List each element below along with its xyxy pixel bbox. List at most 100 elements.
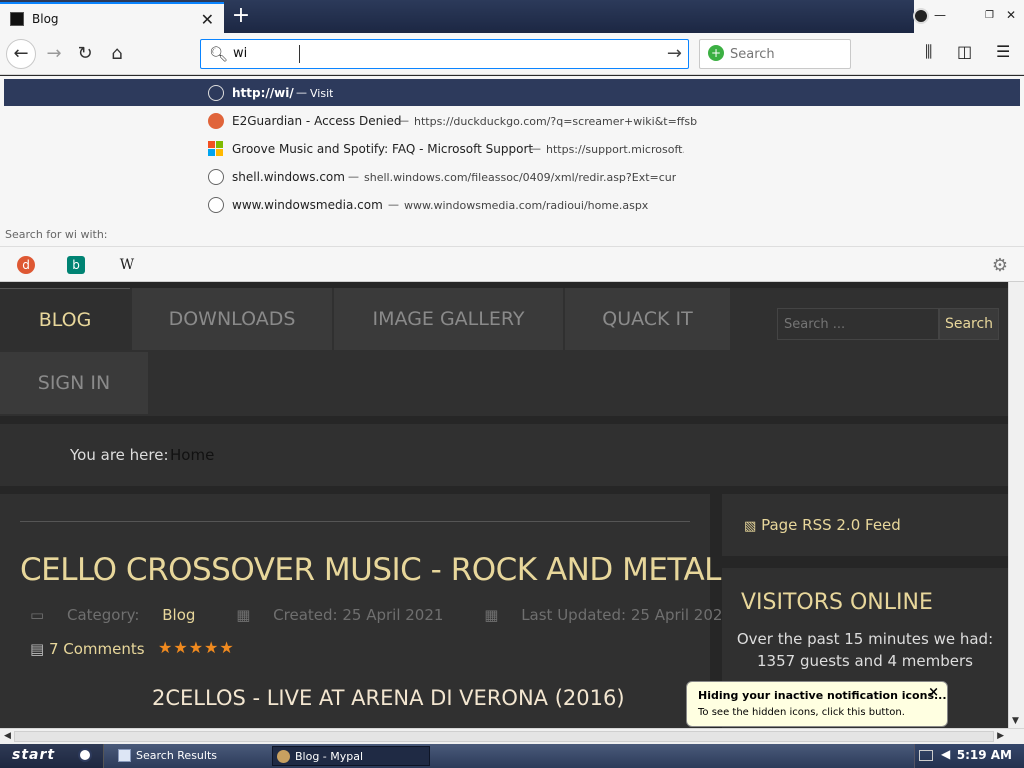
rss-link[interactable]: ▧ Page RSS 2.0 Feed <box>744 516 901 534</box>
autocomplete-row[interactable]: Groove Music and Spotify: FAQ - Microsof… <box>4 135 1020 162</box>
search-bar[interactable]: + <box>699 39 851 69</box>
row-url: https://support.microsoft.co <box>546 143 684 156</box>
autocomplete-row[interactable]: http://wi/ — Visit <box>4 79 1020 106</box>
row-separator: — <box>530 142 541 155</box>
system-tray: ◀ 5:19 AM <box>914 744 1024 768</box>
site-search: Search <box>777 308 999 340</box>
mypal-app-icon <box>277 750 290 763</box>
library-icon[interactable]: ⫼ <box>925 42 932 62</box>
tab-strip: Blog ✕ + — ❐ ✕ <box>0 0 1024 33</box>
row-url: https://duckduckgo.com/?q=screamer+wiki&… <box>414 115 698 128</box>
rss-icon: ▧ <box>744 519 757 534</box>
close-window-button[interactable]: ✕ <box>1006 8 1016 22</box>
calendar-icon: ▦ <box>484 606 499 624</box>
menu-item-quack-it[interactable]: QUACK IT <box>565 288 730 350</box>
scroll-down-icon[interactable]: ▼ <box>1012 716 1019 726</box>
gear-icon[interactable]: ⚙ <box>992 255 1008 276</box>
globe-icon <box>208 197 224 213</box>
window-controls: — ❐ ✕ <box>913 0 1024 33</box>
menu-item-sign-in[interactable]: SIGN IN <box>0 352 148 414</box>
search-engine-icon[interactable]: + <box>708 45 724 61</box>
row-separator: — <box>398 114 409 127</box>
article-title[interactable]: CELLO CROSSOVER MUSIC - ROCK AND METAL <box>20 552 721 588</box>
globe-icon <box>208 169 224 185</box>
url-input[interactable]: wi <box>233 46 247 61</box>
taskbar-button-search-results[interactable]: Search Results <box>114 746 266 766</box>
wikipedia-engine-icon[interactable]: W <box>118 256 136 274</box>
row-title: shell.windows.com <box>232 170 345 184</box>
row-url: Visit <box>310 87 334 100</box>
url-bar[interactable]: 🔍︎ wi → <box>200 39 689 69</box>
text-cursor <box>299 45 300 63</box>
breadcrumb: You are here: Home <box>0 424 1008 486</box>
taskbar-button-blog-mypal[interactable]: Blog - Mypal <box>272 746 430 766</box>
article-subtitle: 2CELLOS - LIVE AT ARENA DI VERONA (2016) <box>152 686 625 710</box>
scroll-thumb[interactable] <box>14 731 994 742</box>
bing-engine-icon[interactable]: b <box>67 256 85 274</box>
row-title: http://wi/ <box>232 86 294 100</box>
visitors-count: 1357 guests and 4 members <box>757 652 973 670</box>
vertical-scrollbar[interactable]: ▼ <box>1008 282 1024 728</box>
site-search-button[interactable]: Search <box>939 308 999 340</box>
folder-icon: ▭ <box>30 606 45 624</box>
created-date: ▦ Created: 25 April 2021 <box>236 606 444 624</box>
breadcrumb-home-link[interactable]: Home <box>170 446 214 464</box>
autocomplete-row[interactable]: shell.windows.com — shell.windows.com/fi… <box>4 163 1020 190</box>
globe-icon <box>208 85 224 101</box>
web-page: BLOG DOWNLOADS IMAGE GALLERY QUACK IT SI… <box>0 282 1008 728</box>
star-rating[interactable]: ★★★★★ <box>158 638 235 657</box>
rss-module: ▧ Page RSS 2.0 Feed <box>722 494 1008 556</box>
row-url: www.windowsmedia.com/radioui/home.aspx <box>404 199 649 212</box>
scroll-right-icon[interactable]: ▶ <box>997 731 1004 741</box>
menu-icon[interactable]: ☰ <box>996 42 1010 61</box>
clock[interactable]: 5:19 AM <box>957 748 1012 762</box>
restore-button[interactable]: ❐ <box>985 10 994 21</box>
autocomplete-row[interactable]: E2Guardian - Access Denied — https://duc… <box>4 107 1020 134</box>
close-tab-icon[interactable]: ✕ <box>201 10 214 29</box>
search-input[interactable] <box>730 45 845 63</box>
category-info: ▭ Category: Blog <box>30 606 196 624</box>
category-link[interactable]: Blog <box>162 606 195 624</box>
start-logo-icon <box>78 748 92 762</box>
one-off-search-engines: d b W ⚙ <box>0 246 1024 280</box>
minimize-button[interactable]: — <box>934 8 946 22</box>
sidebar-icon[interactable]: ◫ <box>957 42 972 61</box>
taskbar: start Search Results Blog - Mypal ◀ 5:19… <box>0 744 1024 768</box>
go-arrow-icon[interactable]: → <box>667 43 682 64</box>
updated-date: ▦ Last Updated: 25 April 2021 <box>484 606 732 624</box>
back-button[interactable]: ← <box>6 39 36 69</box>
site-favicon-icon <box>10 11 24 26</box>
comments-link[interactable]: ▤ 7 Comments <box>30 640 145 658</box>
row-url: shell.windows.com/fileassoc/0409/xml/red… <box>364 171 677 184</box>
screen: Blog ✕ + — ❐ ✕ ← → ↻ ⌂ 🔍︎ wi → + ⫼ ◫ ☰ <box>0 0 1024 768</box>
search-for-label: Search for wi with: <box>5 228 108 241</box>
horizontal-scrollbar[interactable]: ◀ ▶ <box>0 728 1024 744</box>
new-tab-button[interactable]: + <box>228 4 254 30</box>
start-label: start <box>12 747 56 763</box>
calendar-icon: ▦ <box>236 606 251 624</box>
article: CELLO CROSSOVER MUSIC - ROCK AND METAL ▭… <box>0 494 732 728</box>
menu-item-blog[interactable]: BLOG <box>0 288 130 350</box>
close-icon[interactable]: × <box>928 685 939 700</box>
autocomplete-row[interactable]: www.windowsmedia.com — www.windowsmedia.… <box>4 191 1020 218</box>
keyboard-icon[interactable] <box>919 750 933 761</box>
duckduckgo-engine-icon[interactable]: d <box>17 256 35 274</box>
microsoft-icon <box>208 141 224 157</box>
scroll-left-icon[interactable]: ◀ <box>4 731 11 741</box>
show-hidden-icons-button[interactable]: ◀ <box>941 747 950 761</box>
reload-button[interactable]: ↻ <box>71 40 99 68</box>
row-title: Groove Music and Spotify: FAQ - Microsof… <box>232 142 534 156</box>
menu-item-downloads[interactable]: DOWNLOADS <box>132 288 332 350</box>
forward-button[interactable]: → <box>40 40 68 68</box>
divider <box>20 521 690 522</box>
visitors-heading: VISITORS ONLINE <box>741 590 933 615</box>
menu-item-image-gallery[interactable]: IMAGE GALLERY <box>334 288 563 350</box>
balloon-title: Hiding your inactive notification icons.… <box>698 689 947 702</box>
search-icon: 🔍︎ <box>209 45 229 63</box>
home-button[interactable]: ⌂ <box>103 40 131 68</box>
tab-blog[interactable]: Blog ✕ <box>0 2 224 33</box>
site-search-input[interactable] <box>777 308 939 340</box>
start-button[interactable]: start <box>0 744 104 768</box>
comment-icon: ▤ <box>30 640 45 658</box>
notification-balloon[interactable]: Hiding your inactive notification icons.… <box>686 681 948 727</box>
